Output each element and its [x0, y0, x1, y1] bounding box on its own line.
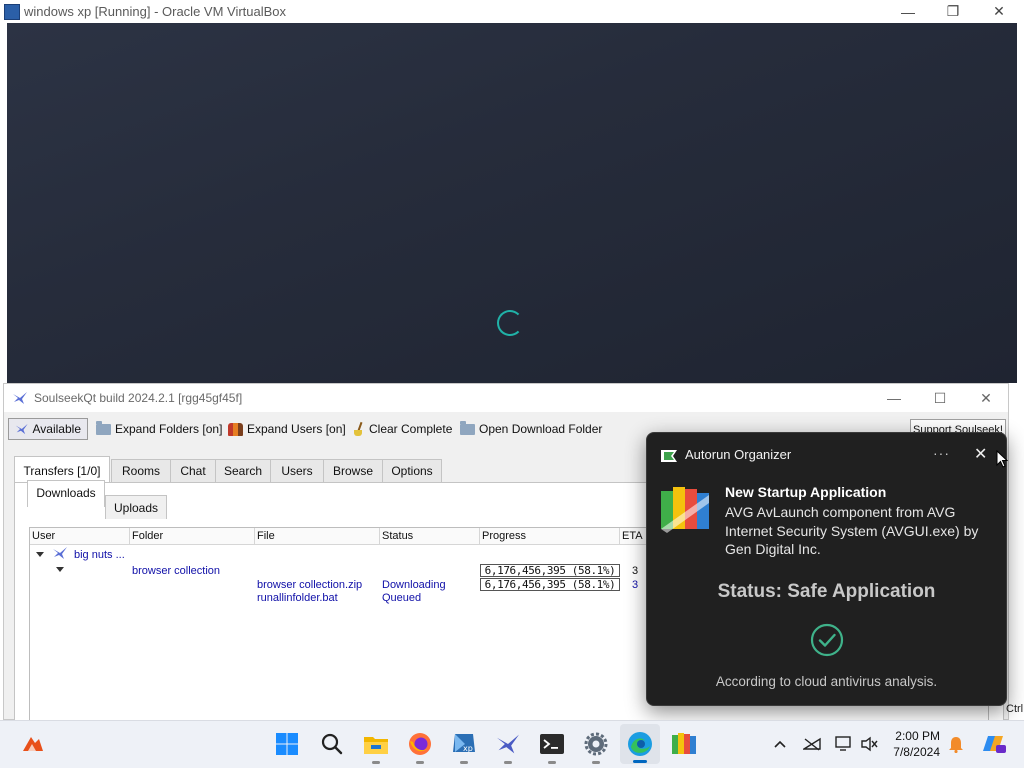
startup-notification-toast[interactable]: Autorun Organizer ··· ✕ New Startup Appl… [646, 432, 1007, 706]
loading-spinner-icon [497, 310, 523, 336]
folder-icon [460, 420, 475, 435]
vbox-restore-button[interactable]: ❐ [930, 0, 976, 23]
soulseek-bird-icon [13, 392, 27, 404]
folder-progress: 6,176,456,395 (58.1%) [480, 564, 620, 577]
search-icon[interactable] [317, 729, 347, 759]
avast-tray-app-icon[interactable] [18, 729, 48, 759]
file-cell: browser collection.zip [257, 579, 363, 591]
settings-gear-icon[interactable] [581, 729, 611, 764]
soulseek-maximize-button[interactable]: ☐ [917, 384, 963, 412]
notification-footer: According to cloud antivirus analysis. [715, 674, 938, 689]
subtab-downloads[interactable]: Downloads [27, 480, 105, 507]
display-icon[interactable] [833, 733, 855, 755]
soulseek-titlebar: SoulseekQt build 2024.2.1 [rgg45gf45f] —… [4, 384, 1008, 412]
column-header-folder[interactable]: Folder [130, 528, 255, 544]
user-cell: big nuts ... [74, 549, 125, 561]
soulseek-window-title: SoulseekQt build 2024.2.1 [rgg45gf45f] [34, 391, 243, 405]
network-disconnected-icon[interactable] [801, 733, 823, 755]
avg-taskbar-icon[interactable] [669, 729, 699, 759]
notification-bell-icon[interactable] [945, 733, 967, 755]
expand-users-button[interactable]: Expand Users [on] [228, 418, 346, 440]
column-header-status[interactable]: Status [380, 528, 480, 544]
folder-icon [96, 420, 111, 435]
taskbar-clock[interactable]: 2:00 PM 7/8/2024 [884, 728, 940, 760]
clock-date: 7/8/2024 [893, 745, 940, 759]
tab-browse[interactable]: Browse [323, 459, 383, 483]
available-label: Available [32, 422, 81, 436]
expand-folders-label: Expand Folders [on] [115, 422, 223, 436]
windows-taskbar: xp 2:00 PM 7/8/2024 [0, 720, 1024, 768]
file-explorer-icon[interactable] [361, 729, 391, 764]
soulseek-taskbar-icon[interactable] [493, 729, 523, 764]
ctrl-label: Ctrl [1006, 703, 1024, 715]
show-hidden-icons-chevron-icon[interactable] [769, 733, 791, 755]
tab-chat[interactable]: Chat [170, 459, 216, 483]
available-status-button[interactable]: Available [8, 418, 88, 440]
open-download-folder-label: Open Download Folder [479, 422, 603, 436]
virtualbox-window-title: windows xp [Running] - Oracle VM Virtual… [24, 4, 287, 19]
notification-body: AVG AvLaunch component from AVG Internet… [725, 504, 979, 557]
expand-folders-button[interactable]: Expand Folders [on] [96, 418, 222, 440]
clear-complete-label: Clear Complete [369, 422, 453, 436]
soulseek-bird-icon [53, 547, 67, 559]
more-options-icon[interactable]: ··· [933, 445, 950, 461]
autorun-organizer-icon [661, 450, 677, 462]
start-button-windows-icon[interactable] [272, 729, 302, 759]
file-progress: 6,176,456,395 (58.1%) [480, 578, 620, 591]
expand-arrow-icon[interactable] [36, 552, 44, 557]
clear-complete-button[interactable]: Clear Complete [353, 418, 452, 440]
volume-muted-icon[interactable] [858, 733, 880, 755]
folder-cell: browser collection [132, 565, 221, 577]
close-notification-icon[interactable]: ✕ [974, 444, 987, 464]
checkmark-circle-icon [810, 623, 844, 657]
subtab-uploads[interactable]: Uploads [105, 495, 167, 519]
vm-display[interactable] [7, 23, 1017, 383]
notification-app-name: Autorun Organizer [685, 447, 792, 462]
users-icon [228, 422, 243, 436]
status-cell: Queued [382, 592, 422, 604]
virtualbox-titlebar: windows xp [Running] - Oracle VM Virtual… [0, 0, 1024, 23]
virtualbox-xp-icon[interactable]: xp [449, 729, 479, 764]
expand-arrow-icon[interactable] [56, 567, 64, 572]
copilot-icon[interactable] [978, 733, 1008, 755]
folder-eta: 3 [632, 565, 639, 577]
edge-browser-icon[interactable] [620, 724, 660, 764]
notification-heading: New Startup Application [725, 484, 887, 500]
expand-users-label: Expand Users [on] [247, 422, 346, 436]
column-header-progress[interactable]: Progress [480, 528, 620, 544]
firefox-icon[interactable] [405, 729, 435, 764]
column-header-file[interactable]: File [255, 528, 380, 544]
column-header-user[interactable]: User [30, 528, 130, 544]
mouse-cursor-icon [996, 450, 1008, 468]
status-cell: Downloading [382, 579, 446, 591]
notification-status: Status: Safe Application [717, 581, 936, 602]
tab-users[interactable]: Users [270, 459, 324, 483]
clock-time: 2:00 PM [895, 729, 940, 743]
file-cell: runallinfolder.bat [257, 592, 338, 604]
tab-rooms[interactable]: Rooms [111, 459, 171, 483]
vbox-close-button[interactable]: ✕ [976, 0, 1022, 23]
vbox-minimize-button[interactable]: — [885, 0, 931, 23]
svg-text:xp: xp [463, 744, 473, 753]
open-download-folder-button[interactable]: Open Download Folder [460, 418, 602, 440]
terminal-icon[interactable] [537, 729, 567, 764]
soulseek-bird-icon [15, 423, 28, 435]
avg-logo-icon [661, 487, 709, 533]
virtualbox-app-icon [4, 4, 20, 20]
soulseek-close-button[interactable]: ✕ [963, 384, 1009, 412]
tab-search[interactable]: Search [215, 459, 271, 483]
tab-options[interactable]: Options [382, 459, 442, 483]
broom-icon [353, 422, 365, 436]
soulseek-minimize-button[interactable]: — [871, 384, 917, 412]
file-eta: 3 [632, 579, 639, 591]
